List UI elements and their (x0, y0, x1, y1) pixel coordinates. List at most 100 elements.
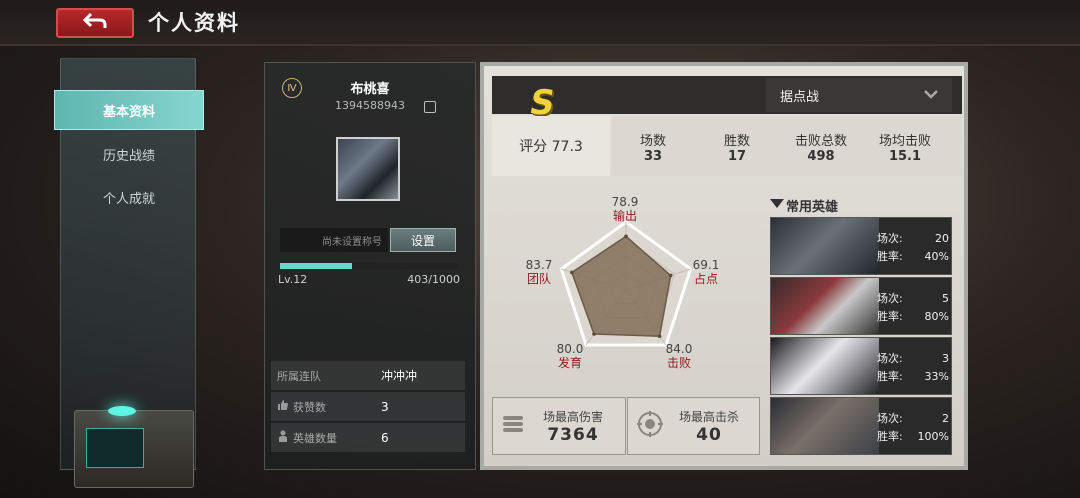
team-value: 冲冲冲 (381, 369, 418, 383)
set-title-button[interactable]: 设置 (390, 228, 456, 252)
best-damage-box: 场最高伤害 7364 (492, 397, 626, 455)
stat-wins: 胜数 17 (697, 130, 777, 164)
return-arrow-icon (82, 12, 108, 34)
stat-matches-label: 场数 (639, 134, 666, 149)
chevron-down-icon (924, 88, 938, 103)
hero-stats: 场次: 2 胜率: 100% (877, 410, 949, 446)
hero-winrate: 40% (924, 250, 949, 263)
hero-portrait (771, 218, 879, 274)
hero-card[interactable]: 场次: 5 胜率: 80% (770, 277, 952, 335)
heroes-title-text: 常用英雄 (786, 200, 839, 215)
player-name: 布桃喜 (350, 82, 390, 97)
hero-card[interactable]: 场次: 20 胜率: 40% (770, 217, 952, 275)
stat-total-kills-label: 击败总数 (794, 134, 847, 149)
xp-text: 403/1000 (407, 273, 460, 286)
crosshair-icon (636, 410, 664, 442)
best-kills-box: 场最高击杀 40 (627, 397, 760, 455)
stat-total-kills: 击败总数 498 (781, 130, 861, 164)
hero-stats: 场次: 20 胜率: 40% (877, 230, 949, 266)
radar-axis-kills: 击败 (666, 356, 691, 370)
winrate-label: 胜率: (877, 430, 903, 443)
hero-portrait (771, 398, 879, 454)
matches-label: 场次: (877, 352, 903, 365)
stat-avg-kills: 场均击败 15.1 (865, 130, 945, 164)
radar-point (668, 273, 673, 278)
level-text: Lv.12 (278, 273, 308, 286)
hero-matches: 3 (942, 352, 949, 365)
radar-axis-team: 团队 (526, 272, 551, 286)
copy-icon[interactable] (424, 101, 436, 113)
stat-wins-label: 胜数 (723, 134, 750, 149)
winrate-label: 胜率: (877, 310, 903, 323)
xp-progress-bar (280, 263, 352, 269)
device-glow (108, 406, 136, 416)
heroes-count-row: 英雄数量 6 (271, 423, 465, 452)
radar-label-capture: 69.1 占点 (676, 258, 736, 286)
heroes-title: 常用英雄 (770, 196, 838, 215)
radar-label-kills: 84.0 击败 (649, 342, 709, 370)
radar-label-output: 78.9 输出 (595, 195, 655, 223)
avatar[interactable] (336, 137, 400, 201)
radar-value-kills: 84.0 (665, 342, 693, 356)
radar-value-output: 78.9 (611, 195, 639, 209)
hero-winrate: 33% (924, 370, 949, 383)
radar-value-growth: 80.0 (556, 342, 584, 356)
heroes-count-value: 6 (381, 430, 389, 445)
title-field: 尚未设置称号 (280, 228, 388, 252)
hero-winrate: 80% (924, 310, 949, 323)
radar-value-team: 83.7 (525, 258, 553, 272)
hero-portrait (771, 278, 879, 334)
hero-card[interactable]: 场次: 2 胜率: 100% (770, 397, 952, 455)
bullets-icon (501, 411, 527, 441)
radar-axis-growth: 发育 (557, 356, 582, 370)
mode-select-value: 据点战 (780, 89, 820, 105)
stat-wins-value: 17 (727, 149, 747, 164)
likes-value: 3 (381, 399, 389, 414)
score-text: 评分 77.3 (492, 116, 610, 176)
device-screen (86, 428, 144, 468)
stat-matches: 场数 33 (613, 130, 693, 164)
hero-stats: 场次: 3 胜率: 33% (877, 350, 949, 386)
best-kills-value: 40 (696, 424, 722, 445)
hero-matches: 20 (935, 232, 949, 245)
radar-value-capture: 69.1 (692, 258, 720, 272)
player-id: 1394588943 (335, 99, 405, 112)
stat-avg-kills-value: 15.1 (888, 149, 922, 164)
winrate-label: 胜率: (877, 370, 903, 383)
thumbs-up-icon (277, 399, 289, 414)
hero-portrait (771, 338, 879, 394)
hero-matches: 2 (942, 412, 949, 425)
likes-row: 获赞数 3 (271, 392, 465, 421)
best-damage-value: 7364 (547, 424, 599, 445)
rank-badge: Ⅳ (282, 78, 302, 98)
stat-total-kills-value: 498 (807, 149, 835, 164)
page-title: 个人资料 (148, 11, 240, 35)
nav-item-achievements[interactable]: 个人成就 (54, 177, 204, 217)
matches-label: 场次: (877, 292, 903, 305)
person-icon (277, 430, 289, 445)
radar-point (592, 332, 596, 336)
heroes-count-label: 英雄数量 (293, 431, 337, 445)
likes-label: 获赞数 (293, 400, 326, 414)
radar-point (657, 334, 662, 339)
triangle-down-icon (770, 198, 784, 213)
nav-item-history[interactable]: 历史战绩 (54, 134, 204, 174)
radar-point (624, 234, 628, 239)
radar-label-team: 83.7 团队 (509, 258, 569, 286)
back-button[interactable] (56, 8, 134, 38)
radar-label-growth: 80.0 发育 (540, 342, 600, 370)
hero-winrate: 100% (917, 430, 949, 443)
winrate-label: 胜率: (877, 250, 903, 263)
nav-item-basic-info[interactable]: 基本资料 (54, 90, 204, 130)
mode-select[interactable]: 据点战 (766, 78, 952, 112)
radar-point (570, 270, 574, 275)
team-row: 所属连队 冲冲冲 (271, 361, 465, 390)
radar-axis-capture: 占点 (693, 272, 718, 286)
best-damage-label: 场最高伤害 (542, 409, 603, 424)
stat-avg-kills-label: 场均击败 (878, 134, 931, 149)
hero-card[interactable]: 场次: 3 胜率: 33% (770, 337, 952, 395)
best-kills-label: 场最高击杀 (678, 409, 739, 424)
stat-matches-value: 33 (643, 149, 663, 164)
matches-label: 场次: (877, 232, 903, 245)
hero-matches: 5 (942, 292, 949, 305)
